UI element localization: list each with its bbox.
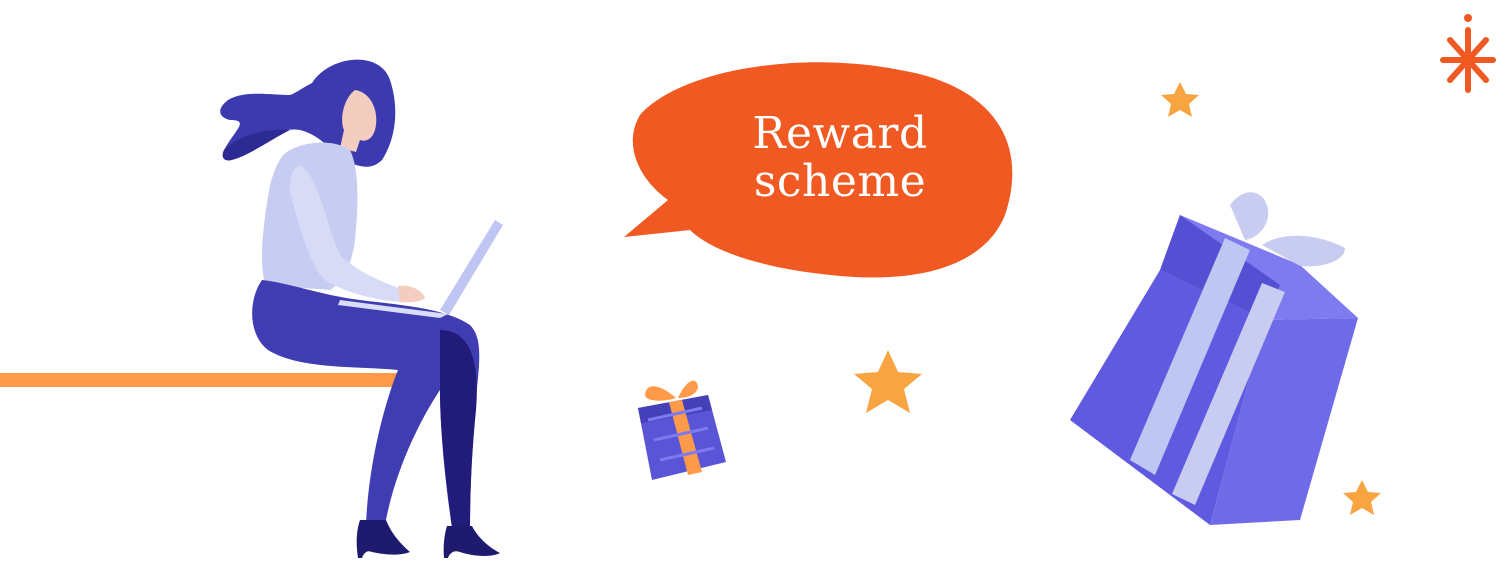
hair-shadow	[222, 129, 290, 161]
large-gift-icon	[1070, 192, 1358, 525]
star-icon	[854, 350, 922, 413]
back-leg	[440, 330, 477, 528]
woman-figure	[220, 59, 503, 558]
star-icon	[1161, 82, 1199, 117]
logo-asterisk-icon	[1440, 14, 1496, 93]
small-gift-icon	[638, 380, 726, 480]
bubble-line-2: scheme	[753, 156, 927, 208]
speech-bubble-text: Reward scheme	[690, 108, 990, 208]
back-shoe	[443, 526, 500, 558]
star-icon	[1343, 480, 1381, 515]
bubble-line-1: Reward	[752, 108, 928, 159]
laptop-icon	[338, 220, 503, 318]
reward-scheme-illustration	[0, 14, 1496, 558]
bench-bar	[0, 373, 410, 387]
hand	[398, 285, 425, 303]
front-shoe	[356, 520, 410, 558]
